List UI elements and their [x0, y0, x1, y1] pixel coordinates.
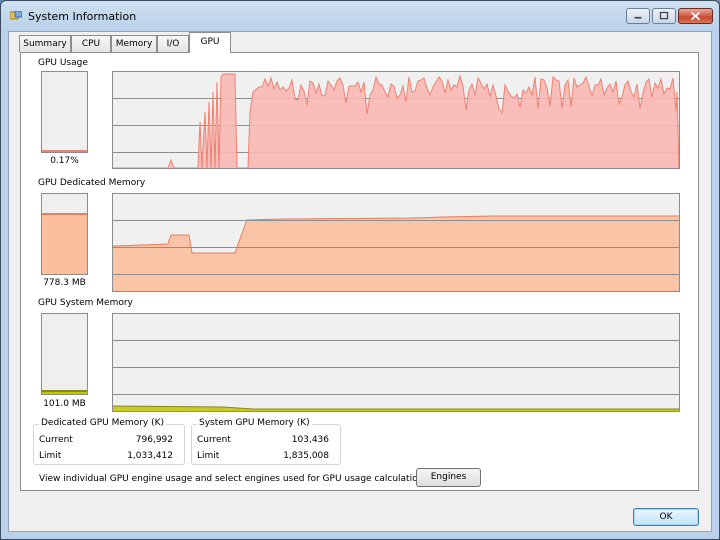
gpu-usage-gauge-fill [42, 150, 87, 152]
close-icon [690, 11, 701, 21]
tab-memory[interactable]: Memory [111, 35, 157, 52]
gpu-usage-value: 0.17% [50, 156, 79, 166]
minimize-button[interactable] [626, 8, 650, 24]
minimize-icon [634, 16, 642, 19]
system-memory-gauge-fill [42, 390, 87, 394]
system-current-label: Current [197, 435, 231, 445]
dedicated-limit-value: 1,033,412 [127, 451, 173, 461]
dedicated-memory-value: 778.3 MB [43, 278, 86, 288]
ok-button[interactable]: OK [633, 508, 699, 526]
maximize-icon [659, 11, 669, 20]
system-memory-group: System GPU Memory (K) Current 103,436 Li… [191, 418, 341, 465]
system-memory-graph [112, 313, 680, 412]
gpu-usage-graph [112, 71, 680, 169]
dedicated-current-label: Current [39, 435, 73, 445]
gpu-usage-label: GPU Usage [38, 58, 88, 68]
gridline [113, 274, 679, 275]
dedicated-memory-label: GPU Dedicated Memory [38, 178, 146, 188]
engines-button[interactable]: Engines [416, 468, 481, 487]
dedicated-memory-graph [112, 193, 680, 292]
title-bar[interactable]: System Information [1, 1, 719, 31]
dedicated-memory-group-title: Dedicated GPU Memory (K) [39, 418, 167, 428]
system-memory-history [113, 405, 679, 411]
dedicated-limit-label: Limit [39, 451, 62, 461]
gridline [113, 220, 679, 221]
engines-description: View individual GPU engine usage and sel… [39, 474, 432, 484]
dedicated-memory-group: Dedicated GPU Memory (K) Current 796,992… [33, 418, 185, 465]
dedicated-memory-gauge [41, 193, 88, 275]
system-memory-label: GPU System Memory [38, 298, 133, 308]
gpu-usage-gauge [41, 71, 88, 153]
close-button[interactable] [678, 8, 713, 24]
app-icon [10, 11, 22, 20]
tab-cpu[interactable]: CPU [71, 35, 111, 52]
tab-gpu[interactable]: GPU [189, 32, 231, 53]
system-memory-value: 101.0 MB [43, 399, 86, 409]
system-information-window: System Information Summary CPU Memory I/… [0, 0, 720, 540]
system-memory-group-title: System GPU Memory (K) [197, 418, 312, 428]
tab-summary[interactable]: Summary [19, 35, 71, 52]
dedicated-memory-history [113, 215, 679, 291]
system-current-value: 103,436 [291, 435, 329, 445]
gpu-usage-history [113, 73, 679, 168]
gridline [113, 247, 679, 248]
tab-io[interactable]: I/O [157, 35, 189, 52]
dedicated-memory-gauge-fill [42, 213, 87, 274]
system-memory-gauge [41, 313, 88, 395]
system-limit-value: 1,835,008 [283, 451, 329, 461]
maximize-button[interactable] [652, 8, 676, 24]
window-title: System Information [28, 10, 137, 23]
dedicated-current-value: 796,992 [135, 435, 173, 445]
system-limit-label: Limit [197, 451, 220, 461]
